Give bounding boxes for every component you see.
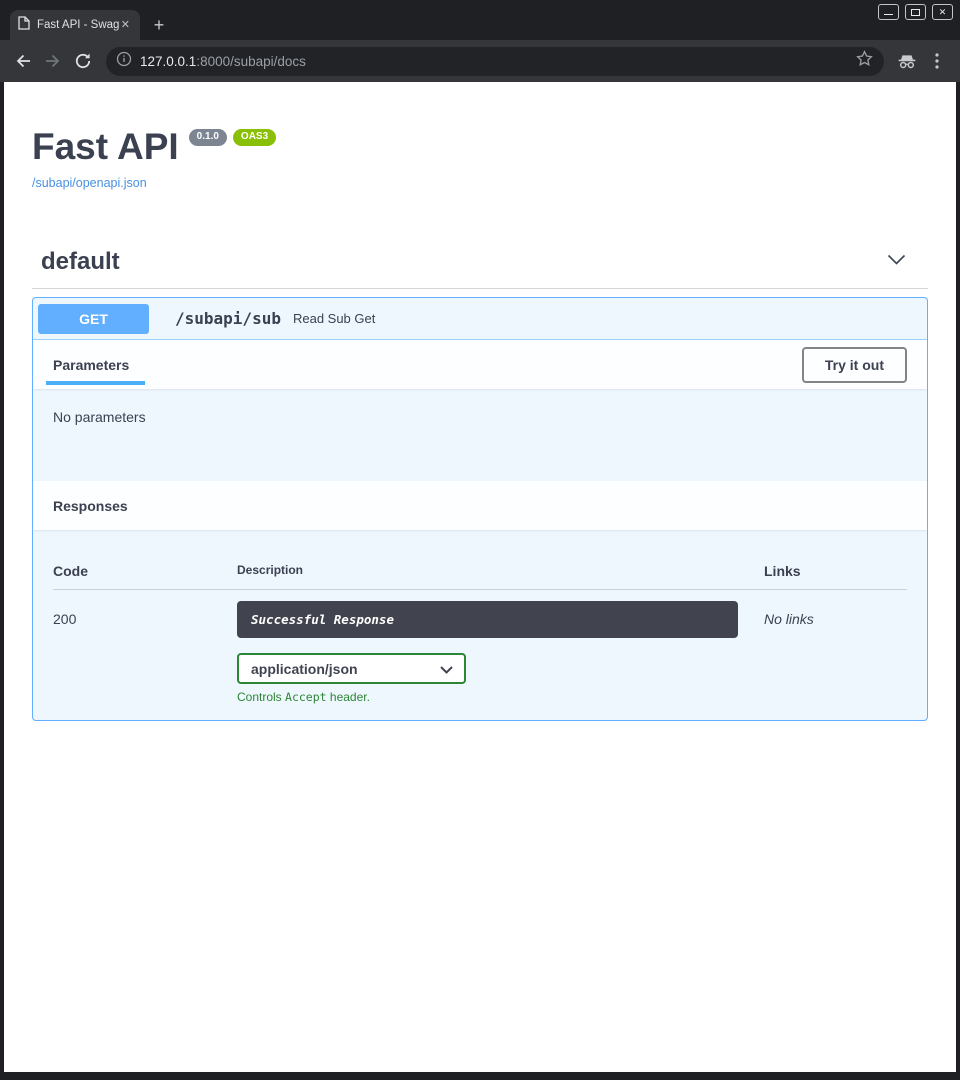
browser-menu-button[interactable]: [924, 48, 950, 74]
site-info-icon[interactable]: [116, 51, 132, 72]
window-controls: ✕: [878, 4, 953, 20]
page-title: Fast API: [32, 128, 179, 165]
api-info: Fast API 0.1.0 OAS3 /subapi/openapi.json: [32, 128, 928, 192]
page-viewport: Fast API 0.1.0 OAS3 /subapi/openapi.json…: [4, 82, 956, 1072]
media-type-select[interactable]: application/json: [237, 653, 466, 684]
incognito-icon: [894, 48, 920, 74]
responses-header: Responses: [33, 481, 927, 530]
forward-button[interactable]: [40, 48, 66, 74]
maximize-button[interactable]: [905, 4, 926, 20]
browser-tab[interactable]: Fast API - Swagger UI ✕: [10, 10, 140, 40]
select-chevron-down-icon: [440, 661, 453, 677]
maximize-icon: [911, 9, 920, 16]
operation-summary-text: Read Sub Get: [293, 311, 375, 326]
parameters-body: No parameters: [33, 389, 927, 481]
oas3-badge: OAS3: [233, 129, 276, 146]
api-badges: 0.1.0 OAS3: [189, 129, 276, 146]
column-header-description: Description: [237, 563, 764, 579]
url-bar[interactable]: 127.0.0.1:8000/subapi/docs: [106, 47, 884, 76]
opblock-get: GET /subapi/sub Read Sub Get Parameters …: [32, 297, 928, 721]
column-header-code: Code: [53, 563, 237, 579]
accept-header-note: Controls Accept header.: [237, 690, 764, 704]
responses-body: Code Description Links 200 Successful Re…: [33, 530, 927, 720]
http-method-badge: GET: [38, 304, 149, 334]
back-button[interactable]: [10, 48, 36, 74]
operation-summary[interactable]: GET /subapi/sub Read Sub Get: [33, 298, 927, 340]
response-code: 200: [53, 601, 237, 704]
browser-titlebar: Fast API - Swagger UI ✕ + ✕: [0, 0, 960, 40]
swagger-ui: Fast API 0.1.0 OAS3 /subapi/openapi.json…: [4, 128, 956, 721]
tab-title: Fast API - Swagger UI: [37, 19, 119, 31]
browser-toolbar: 127.0.0.1:8000/subapi/docs: [0, 40, 960, 82]
minimize-button[interactable]: [878, 4, 899, 20]
response-description: Successful Response: [237, 601, 738, 638]
tab-parameters[interactable]: Parameters: [53, 340, 129, 389]
tag-name: default: [41, 248, 120, 276]
response-row-200: 200 Successful Response application/json…: [53, 590, 907, 704]
page-favicon-icon: [18, 16, 30, 35]
reload-button[interactable]: [70, 48, 96, 74]
version-badge: 0.1.0: [189, 129, 227, 146]
bookmark-star-icon[interactable]: [855, 49, 874, 73]
media-type-value: application/json: [251, 661, 358, 677]
accept-note-suffix: header.: [327, 690, 370, 704]
new-tab-button[interactable]: +: [148, 14, 170, 36]
url-path: :8000/subapi/docs: [196, 54, 306, 69]
accept-note-prefix: Controls: [237, 690, 285, 704]
response-links: No links: [764, 601, 907, 704]
operation-path: /subapi/sub: [175, 309, 281, 328]
url-text[interactable]: 127.0.0.1:8000/subapi/docs: [140, 54, 855, 69]
column-header-links: Links: [764, 563, 907, 579]
parameters-header: Parameters Try it out: [33, 340, 927, 389]
response-description-cell: Successful Response application/json Con…: [237, 601, 764, 704]
responses-title: Responses: [53, 481, 128, 530]
close-button[interactable]: ✕: [932, 4, 953, 20]
openapi-spec-link[interactable]: /subapi/openapi.json: [32, 176, 147, 190]
accept-note-code: Accept: [285, 690, 327, 704]
minimize-icon: [884, 14, 893, 15]
tab-close-icon[interactable]: ✕: [119, 18, 132, 33]
no-parameters-text: No parameters: [53, 409, 146, 425]
tag-section-header[interactable]: default: [32, 248, 928, 289]
chevron-down-icon[interactable]: [887, 253, 906, 271]
responses-table-header: Code Description Links: [53, 550, 907, 590]
try-it-out-button[interactable]: Try it out: [802, 347, 907, 383]
url-host: 127.0.0.1: [140, 54, 196, 69]
